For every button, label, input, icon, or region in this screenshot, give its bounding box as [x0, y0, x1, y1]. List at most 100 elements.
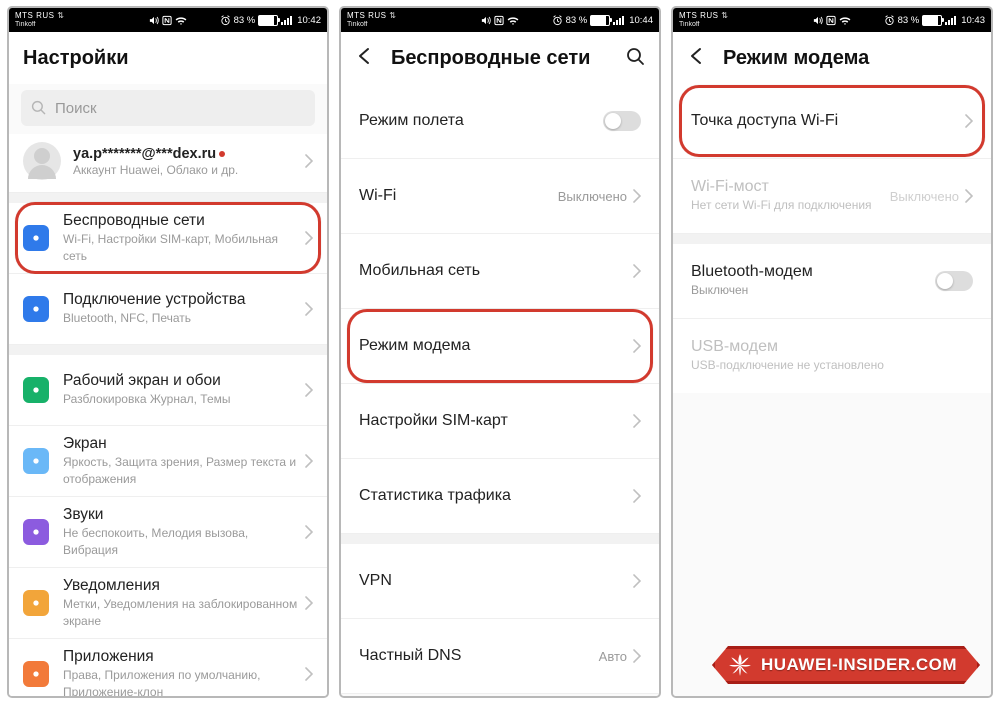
row-title: Приложения	[63, 648, 305, 666]
clock: 10:42	[297, 15, 321, 26]
header: Настройки	[9, 32, 327, 84]
row-title: Статистика трафика	[359, 487, 633, 505]
row-subtitle: Нет сети Wi-Fi для подключения	[691, 197, 890, 213]
back-icon[interactable]	[687, 46, 707, 66]
search-button[interactable]	[625, 46, 645, 71]
carrier-label: MTS RUS ⇅ Tinkoff	[679, 12, 728, 28]
chevron-right-icon	[965, 114, 973, 128]
search-icon[interactable]	[625, 46, 645, 66]
chevron-right-icon	[633, 339, 641, 353]
settings-row[interactable]: Подключение устройства Bluetooth, NFC, П…	[9, 274, 327, 345]
ic-screen-icon	[23, 377, 49, 403]
tether-row[interactable]: Bluetooth-модем Выключен	[673, 244, 991, 319]
chevron-right-icon	[965, 189, 973, 203]
back-button[interactable]	[355, 46, 375, 71]
tether-row: USB-модем USB-подключение не установлено	[673, 319, 991, 393]
page-title: Настройки	[23, 47, 129, 70]
phone-settings: MTS RUS ⇅ Tinkoff 83 % 10:42 Настройки П…	[7, 6, 329, 698]
row-title: Wi-Fi	[359, 187, 558, 205]
settings-row[interactable]: Экран Яркость, Защита зрения, Размер тек…	[9, 426, 327, 497]
settings-row[interactable]: Рабочий экран и обои Разблокировка Журна…	[9, 355, 327, 426]
settings-row[interactable]: Приложения Права, Приложения по умолчани…	[9, 639, 327, 696]
row-title: Режим модема	[359, 337, 633, 355]
back-icon[interactable]	[355, 46, 375, 66]
row-title: VPN	[359, 572, 633, 590]
clock: 10:43	[961, 15, 985, 26]
row-subtitle: Не беспокоить, Мелодия вызова, Вибрация	[63, 525, 305, 557]
wireless-row[interactable]: Режим полета	[341, 84, 659, 159]
notification-dot-icon	[219, 151, 225, 157]
row-subtitle: Права, Приложения по умолчанию, Приложен…	[63, 667, 305, 696]
tether-row: Wi-Fi-мост Нет сети Wi-Fi для подключени…	[673, 159, 991, 234]
huawei-logo-icon	[727, 652, 753, 678]
settings-row[interactable]: Уведомления Метки, Уведомления на заблок…	[9, 568, 327, 639]
chevron-right-icon	[305, 667, 313, 681]
wireless-row[interactable]: VPN	[341, 544, 659, 619]
row-title: Мобильная сеть	[359, 262, 633, 280]
account-row[interactable]: ya.p*******@***dex.ru Аккаунт Huawei, Об…	[9, 134, 327, 193]
row-subtitle: Разблокировка Журнал, Темы	[63, 391, 305, 407]
row-title: Экран	[63, 435, 305, 453]
chevron-right-icon	[633, 649, 641, 663]
tether-row[interactable]: Точка доступа Wi-Fi	[673, 84, 991, 159]
row-title: USB-модем	[691, 338, 973, 356]
header: Беспроводные сети	[341, 32, 659, 84]
battery-pct: 83 %	[234, 15, 256, 26]
settings-row[interactable]: Беспроводные сети Wi-Fi, Настройки SIM-к…	[9, 203, 327, 274]
status-bar: MTS RUS ⇅ Tinkoff 83 % 10:44	[341, 8, 659, 32]
row-subtitle: Яркость, Защита зрения, Размер текста и …	[63, 454, 305, 486]
wireless-row[interactable]: Мобильная сеть	[341, 234, 659, 309]
wireless-row[interactable]: Частный DNS Авто	[341, 619, 659, 694]
clock: 10:44	[629, 15, 653, 26]
search-placeholder: Поиск	[55, 100, 97, 117]
row-subtitle: Bluetooth, NFC, Печать	[63, 310, 305, 326]
row-title: Рабочий экран и обои	[63, 372, 305, 390]
search-input[interactable]: Поиск	[21, 90, 315, 126]
chevron-right-icon	[633, 264, 641, 278]
battery-pct: 83 %	[898, 15, 920, 26]
battery-icon	[590, 15, 610, 26]
row-value: Выключено	[558, 189, 627, 204]
battery-icon	[922, 15, 942, 26]
wireless-row[interactable]: Режим модема	[341, 309, 659, 384]
chevron-right-icon	[633, 574, 641, 588]
toggle-switch[interactable]	[603, 111, 641, 131]
back-button[interactable]	[687, 46, 707, 71]
row-subtitle: Метки, Уведомления на заблокированном эк…	[63, 596, 305, 628]
toggle-switch[interactable]	[935, 271, 973, 291]
status-bar: MTS RUS ⇅ Tinkoff 83 % 10:43	[673, 8, 991, 32]
row-value: Выключено	[890, 189, 959, 204]
settings-row[interactable]: Звуки Не беспокоить, Мелодия вызова, Виб…	[9, 497, 327, 568]
row-title: Режим полета	[359, 112, 603, 130]
phone-tethering: MTS RUS ⇅ Tinkoff 83 % 10:43 Режим модем…	[671, 6, 993, 698]
status-bar: MTS RUS ⇅ Tinkoff 83 % 10:42	[9, 8, 327, 32]
ic-sound-icon	[23, 519, 49, 545]
chevron-right-icon	[633, 189, 641, 203]
phone-wireless: MTS RUS ⇅ Tinkoff 83 % 10:44 Беспроводны…	[339, 6, 661, 698]
row-title: Настройки SIM-карт	[359, 412, 633, 430]
row-title: Wi-Fi-мост	[691, 178, 890, 196]
carrier-label: MTS RUS ⇅ Tinkoff	[347, 12, 396, 28]
row-subtitle: Wi-Fi, Настройки SIM-карт, Мобильная сет…	[63, 231, 305, 263]
account-name: ya.p*******@***dex.ru	[73, 146, 305, 162]
chevron-right-icon	[305, 383, 313, 397]
page-title: Беспроводные сети	[391, 47, 590, 70]
row-value: Авто	[599, 649, 627, 664]
page-title: Режим модема	[723, 47, 869, 70]
row-subtitle: Выключен	[691, 282, 935, 298]
watermark-text: HUAWEI-INSIDER.COM	[761, 655, 957, 674]
wireless-row[interactable]: Статистика трафика	[341, 459, 659, 534]
chevron-right-icon	[633, 414, 641, 428]
row-title: Подключение устройства	[63, 291, 305, 309]
search-icon	[31, 100, 47, 116]
row-subtitle: USB-подключение не установлено	[691, 357, 973, 373]
row-title: Уведомления	[63, 577, 305, 595]
chevron-right-icon	[305, 302, 313, 316]
ic-apps-icon	[23, 661, 49, 687]
row-title: Точка доступа Wi-Fi	[691, 112, 965, 130]
row-title: Звуки	[63, 506, 305, 524]
ic-notif-icon	[23, 590, 49, 616]
carrier-label: MTS RUS ⇅ Tinkoff	[15, 12, 64, 28]
wireless-row[interactable]: Wi-Fi Выключено	[341, 159, 659, 234]
wireless-row[interactable]: Настройки SIM-карт	[341, 384, 659, 459]
